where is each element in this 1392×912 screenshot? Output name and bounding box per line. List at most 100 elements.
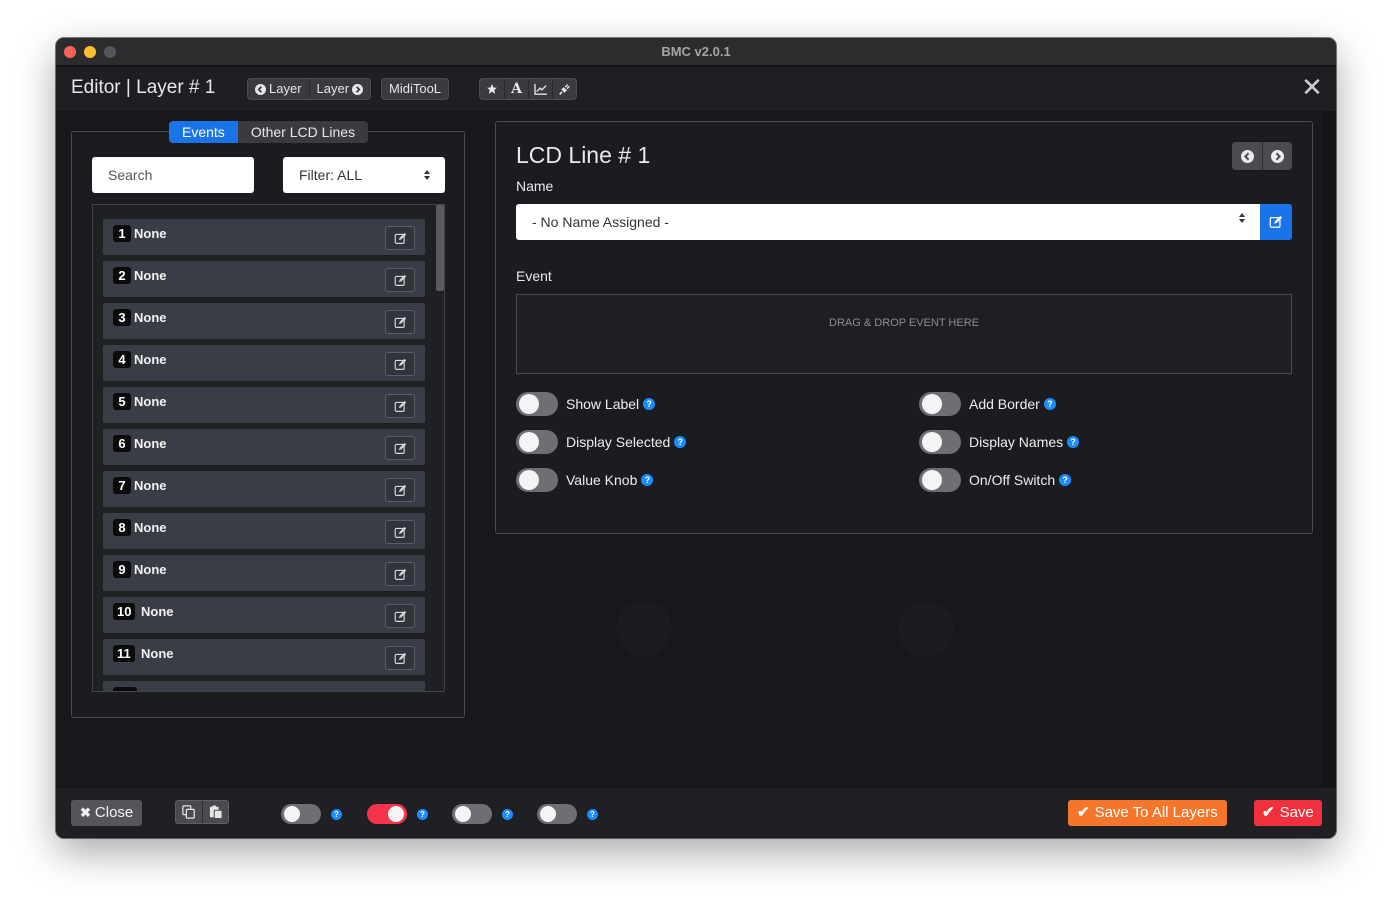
edit-icon xyxy=(394,610,406,622)
select-caret-icon xyxy=(423,157,431,197)
name-edit-button[interactable] xyxy=(1260,204,1292,240)
circle-chevron-right-icon xyxy=(1271,149,1284,163)
toggle-display-names[interactable]: Display Names ? xyxy=(919,429,1080,455)
lcd-prev-button[interactable] xyxy=(1232,142,1262,170)
item-number: 4 xyxy=(113,351,131,368)
switch[interactable] xyxy=(919,392,961,416)
edit-item-button[interactable] xyxy=(385,268,415,292)
list-item[interactable]: 3 None xyxy=(103,303,425,339)
name-select[interactable]: - No Name Assigned - xyxy=(516,204,1260,240)
switch[interactable] xyxy=(919,468,961,492)
lcd-line-nav xyxy=(1232,142,1292,170)
list-item[interactable]: 2 None xyxy=(103,261,425,297)
editor-close-icon[interactable]: ✕ xyxy=(1300,74,1324,100)
copy-button[interactable] xyxy=(176,801,202,823)
toggle-on-off-switch[interactable]: On/Off Switch ? xyxy=(919,467,1072,493)
question-circle-icon[interactable]: ? xyxy=(641,474,654,486)
events-list[interactable]: 1 None 2 None 3 None 4 None 5 None 6 Non… xyxy=(92,204,445,692)
editor-footer: ✖ Close ? ? ? ? ✔ Save To All Layers ✔ S… xyxy=(56,788,1336,838)
layer-next-button[interactable]: Layer xyxy=(308,79,371,99)
question-circle-icon[interactable]: ? xyxy=(1067,436,1080,448)
footer-toggle-3[interactable]: ? xyxy=(452,804,513,824)
layer-prev-label: Layer xyxy=(269,81,302,96)
filter-select[interactable]: Filter: ALL xyxy=(283,157,445,193)
edit-item-button[interactable] xyxy=(385,352,415,376)
layer-nav-group: Layer Layer xyxy=(247,78,372,100)
event-drop-zone[interactable]: DRAG & DROP EVENT HERE xyxy=(516,294,1292,374)
edit-item-button[interactable] xyxy=(385,478,415,502)
close-button[interactable]: ✖ Close xyxy=(71,800,143,826)
question-circle-icon[interactable]: ? xyxy=(331,808,342,820)
edit-item-button[interactable] xyxy=(385,520,415,544)
window-titlebar[interactable]: BMC v2.0.1 xyxy=(56,38,1336,66)
footer-toggle-1[interactable]: ? xyxy=(281,804,342,824)
toggle-show-label[interactable]: Show Label ? xyxy=(516,391,656,417)
edit-item-button[interactable] xyxy=(385,646,415,670)
toggle-value-knob[interactable]: Value Knob ? xyxy=(516,467,654,493)
list-item[interactable]: 9 None xyxy=(103,555,425,591)
toggle-display-selected[interactable]: Display Selected ? xyxy=(516,429,687,455)
footer-toggle-4[interactable]: ? xyxy=(537,804,598,824)
lcd-next-button[interactable] xyxy=(1262,142,1292,170)
edit-icon xyxy=(394,484,406,496)
edit-item-button[interactable] xyxy=(385,226,415,250)
list-scrollbar[interactable] xyxy=(436,205,444,691)
switch[interactable] xyxy=(367,804,407,824)
copy-paste-group xyxy=(175,800,229,824)
question-circle-icon[interactable]: ? xyxy=(1043,398,1056,410)
list-item[interactable]: 5 None xyxy=(103,387,425,423)
edit-item-button[interactable] xyxy=(385,310,415,334)
switch[interactable] xyxy=(919,430,961,454)
list-item[interactable]: 6 None xyxy=(103,429,425,465)
content-scrollbar[interactable] xyxy=(1322,111,1336,788)
list-item[interactable]: 10 None xyxy=(103,597,425,633)
toggle-label: Value Knob xyxy=(566,472,638,488)
item-label: None xyxy=(141,646,174,661)
edit-item-button[interactable] xyxy=(385,394,415,418)
chart-button[interactable] xyxy=(528,79,552,99)
switch[interactable] xyxy=(281,804,321,824)
switch[interactable] xyxy=(516,430,558,454)
list-item[interactable]: 1 None xyxy=(103,219,425,255)
switch[interactable] xyxy=(516,468,558,492)
list-item[interactable]: 4 None xyxy=(103,345,425,381)
edit-item-button[interactable] xyxy=(385,604,415,628)
toggle-add-border[interactable]: Add Border ? xyxy=(919,391,1056,417)
item-label: None xyxy=(134,226,167,241)
question-circle-icon[interactable]: ? xyxy=(587,808,598,820)
layer-prev-button[interactable]: Layer xyxy=(248,79,309,99)
question-circle-icon[interactable]: ? xyxy=(1059,474,1072,486)
tab-other-lcd-lines[interactable]: Other LCD Lines xyxy=(237,121,369,143)
list-item[interactable]: 8 None xyxy=(103,513,425,549)
switch[interactable] xyxy=(516,392,558,416)
edit-icon xyxy=(1269,215,1283,228)
tab-events[interactable]: Events xyxy=(169,121,238,143)
save-button[interactable]: ✔ Save xyxy=(1254,800,1322,826)
switch[interactable] xyxy=(537,804,577,824)
list-item-partial[interactable] xyxy=(103,681,425,691)
list-item[interactable]: 7 None xyxy=(103,471,425,507)
edit-item-button[interactable] xyxy=(385,562,415,586)
miditool-button[interactable]: MidiTooL xyxy=(382,79,448,99)
edit-item-button[interactable] xyxy=(385,436,415,460)
edit-icon xyxy=(394,400,406,412)
question-circle-icon[interactable]: ? xyxy=(502,808,513,820)
switch[interactable] xyxy=(452,804,492,824)
font-button[interactable]: A xyxy=(504,79,528,99)
item-label: None xyxy=(134,352,167,367)
item-number: 8 xyxy=(113,519,131,536)
save-to-all-layers-button[interactable]: ✔ Save To All Layers xyxy=(1068,800,1227,826)
paste-button[interactable] xyxy=(202,801,228,823)
question-circle-icon[interactable]: ? xyxy=(674,436,687,448)
list-scrollbar-thumb[interactable] xyxy=(436,205,444,291)
background-knob-ghost xyxy=(898,601,954,657)
edit-icon xyxy=(394,526,406,538)
footer-toggle-2[interactable]: ? xyxy=(367,804,428,824)
question-circle-icon[interactable]: ? xyxy=(417,808,428,820)
list-item[interactable]: 11 None xyxy=(103,639,425,675)
plug-button[interactable] xyxy=(552,79,576,99)
favorites-button[interactable] xyxy=(480,79,504,99)
window-title: BMC v2.0.1 xyxy=(661,44,731,59)
question-circle-icon[interactable]: ? xyxy=(643,398,656,410)
search-input[interactable] xyxy=(92,157,254,193)
